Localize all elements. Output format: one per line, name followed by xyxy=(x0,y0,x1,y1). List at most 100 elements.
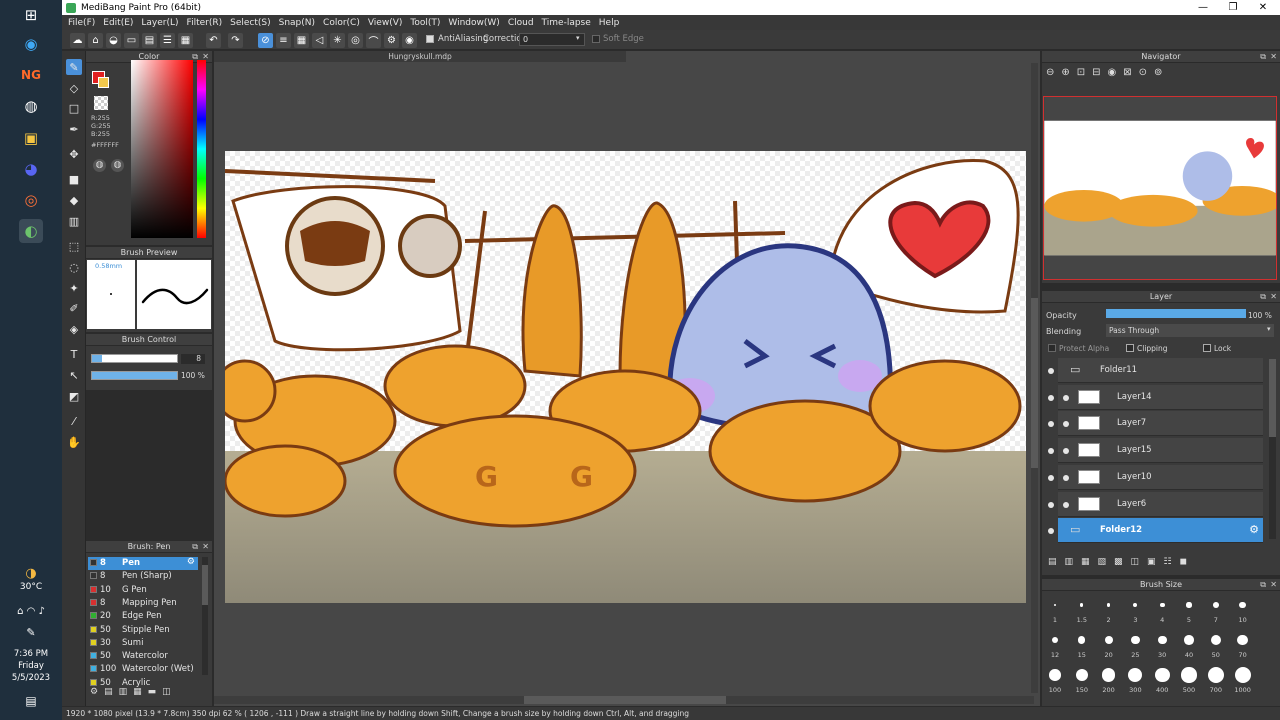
brush-tool-icon[interactable]: ✎ xyxy=(66,59,82,75)
brush-size-dot[interactable] xyxy=(1051,636,1059,644)
snap-radial-icon[interactable]: ✳ xyxy=(330,33,345,48)
menu-help[interactable]: Help xyxy=(597,18,626,28)
select-eraser-tool-icon[interactable]: ◈ xyxy=(66,321,82,337)
select-rect-tool-icon[interactable]: ⬚ xyxy=(66,238,82,254)
minimize-button[interactable]: — xyxy=(1188,0,1218,15)
document-icon[interactable]: ▤ xyxy=(142,33,157,48)
layer-folder-row[interactable]: ▭ Folder12 ⚙ xyxy=(1058,518,1263,544)
brush-list-item[interactable]: 50 Watercolor xyxy=(88,650,198,663)
magic-wand-tool-icon[interactable]: ✦ xyxy=(66,280,82,296)
windows-start-icon[interactable]: ⊞ xyxy=(19,3,43,27)
brush-size-dot[interactable] xyxy=(1131,635,1140,645)
dot-tool-icon[interactable]: □ xyxy=(66,100,82,116)
artwork-canvas[interactable]: G G xyxy=(225,151,1026,603)
menu-color[interactable]: Color(C) xyxy=(321,18,366,28)
bucket-tool-icon[interactable]: ◆ xyxy=(66,192,82,208)
vertical-scroll-thumb[interactable] xyxy=(1031,298,1038,468)
blending-select[interactable]: Pass Through xyxy=(1106,324,1274,337)
file-explorer-icon[interactable]: ▣ xyxy=(19,126,43,150)
layer-sub-visibility-icon[interactable] xyxy=(1063,448,1069,455)
brush-size-dot[interactable] xyxy=(1128,667,1143,683)
text-tool-icon[interactable]: T xyxy=(66,346,82,362)
panel-popout-icon[interactable]: ⧉ xyxy=(1260,579,1266,591)
brush-size-slider[interactable] xyxy=(91,354,178,363)
snap-ellipse-icon[interactable]: ◉ xyxy=(402,33,417,48)
snap-parallel-icon[interactable]: ≡ xyxy=(276,33,291,48)
move-tool-icon[interactable]: ✥ xyxy=(66,146,82,162)
fill-rect-tool-icon[interactable]: ■ xyxy=(66,171,82,187)
layer-visibility-icon[interactable] xyxy=(1048,394,1054,401)
menu-file[interactable]: File(F) xyxy=(66,18,101,28)
brush-size-dot[interactable] xyxy=(1157,635,1167,645)
panel-popout-icon[interactable]: ⧉ xyxy=(192,541,198,553)
snap-curve-icon[interactable]: ⌒ xyxy=(366,33,381,48)
select-pen-tool-icon[interactable]: ✐ xyxy=(66,300,82,316)
horizontal-scroll-thumb[interactable] xyxy=(524,696,726,704)
brush-list-item[interactable]: 50 Stipple Pen xyxy=(88,624,198,637)
panel-popout-icon[interactable]: ⧉ xyxy=(1260,291,1266,303)
brush-list-item[interactable]: 20 Edge Pen xyxy=(88,610,198,623)
pen-tool-icon[interactable]: ✒ xyxy=(66,121,82,137)
app-ng-icon[interactable]: NG xyxy=(19,63,43,87)
gear-icon[interactable]: ⚙ xyxy=(187,557,195,567)
panel-popout-icon[interactable]: ⧉ xyxy=(1260,51,1266,63)
layer-sub-visibility-icon[interactable] xyxy=(1063,474,1069,481)
comment-icon[interactable]: ◒ xyxy=(106,33,121,48)
brush-list-item[interactable]: 100 Watercolor (Wet) xyxy=(88,663,198,676)
menu-snap[interactable]: Snap(N) xyxy=(277,18,321,28)
clipping-checkbox[interactable] xyxy=(1126,344,1134,352)
brush-list-actions[interactable]: ⚙▤▥▦▬◫ xyxy=(90,687,177,697)
layer-action-buttons[interactable]: ▤▥▦▧▩◫▣☷◼ xyxy=(1048,557,1195,567)
brush-size-dot[interactable] xyxy=(1075,668,1089,682)
hand-tool-icon[interactable]: ✋ xyxy=(66,434,82,450)
eyedropper-tool-icon[interactable]: ⁄ xyxy=(66,413,82,429)
navigator-thumbnail[interactable] xyxy=(1043,96,1277,280)
layer-scroll-thumb[interactable] xyxy=(1269,359,1276,437)
brush-size-dot[interactable] xyxy=(1078,636,1086,644)
menu-window[interactable]: Window(W) xyxy=(446,18,505,28)
save-icon[interactable]: ⌂ xyxy=(88,33,103,48)
brush-size-value[interactable]: 8 xyxy=(181,354,205,364)
panel-close-icon[interactable]: ✕ xyxy=(1270,291,1277,303)
grid-icon[interactable]: ▦ xyxy=(178,33,193,48)
brush-size-dot[interactable] xyxy=(1053,603,1057,607)
lasso-tool-icon[interactable]: ◌ xyxy=(66,259,82,275)
panel-close-icon[interactable]: ✕ xyxy=(202,541,209,553)
brush-list-item[interactable]: 8 Pen (Sharp) xyxy=(88,570,198,583)
color-palette-icon[interactable]: ◍ xyxy=(93,159,106,172)
brush-list-item[interactable]: 30 Sumi xyxy=(88,637,198,650)
menu-view[interactable]: View(V) xyxy=(366,18,409,28)
menu-edit[interactable]: Edit(E) xyxy=(101,18,139,28)
brush-size-dot[interactable] xyxy=(1102,668,1116,682)
notification-icon[interactable]: ▤ xyxy=(0,694,62,708)
brush-size-dot[interactable] xyxy=(1106,603,1111,607)
protect-alpha-checkbox[interactable] xyxy=(1048,344,1056,352)
brush-size-dot[interactable] xyxy=(1237,634,1248,646)
medibang-taskbar-icon[interactable]: ◐ xyxy=(19,219,43,243)
menu-tool[interactable]: Tool(T) xyxy=(408,18,446,28)
color-hue-slider[interactable] xyxy=(197,60,206,238)
menu-filter[interactable]: Filter(R) xyxy=(185,18,229,28)
weather-icon[interactable]: ◑ xyxy=(0,566,62,581)
pen-tray-icon[interactable]: ✎ xyxy=(0,626,62,639)
operation-tool-icon[interactable]: ↖ xyxy=(66,367,82,383)
brush-size-dot[interactable] xyxy=(1210,634,1221,645)
snap-grid-icon[interactable]: ▦ xyxy=(294,33,309,48)
gradation-tool-icon[interactable]: ▥ xyxy=(66,213,82,229)
navigator-zoom-controls[interactable]: ⊖⊕⊡⊟◉⊠⊙⊚ xyxy=(1046,67,1169,78)
firefox-icon[interactable]: ◎ xyxy=(19,188,43,212)
redo-icon[interactable]: ↷ xyxy=(228,33,243,48)
eraser-tool-icon[interactable]: ◇ xyxy=(66,80,82,96)
document-tab[interactable]: Hungryskull.mdp xyxy=(214,51,626,62)
brush-size-dot[interactable] xyxy=(1159,602,1165,608)
layer-opacity-slider[interactable] xyxy=(1106,309,1246,318)
layer-visibility-icon[interactable] xyxy=(1048,368,1054,374)
layer-row[interactable]: Layer15 xyxy=(1058,438,1263,464)
chrome-like-icon[interactable]: ◍ xyxy=(19,94,43,118)
brush-list-scrollbar[interactable] xyxy=(202,557,208,675)
layer-visibility-icon[interactable] xyxy=(1048,528,1054,535)
layer-list-scrollbar[interactable] xyxy=(1269,359,1276,539)
soft-edge-checkbox[interactable] xyxy=(592,35,600,43)
undo-icon[interactable]: ↶ xyxy=(206,33,221,48)
restore-button[interactable]: ❐ xyxy=(1218,0,1248,15)
